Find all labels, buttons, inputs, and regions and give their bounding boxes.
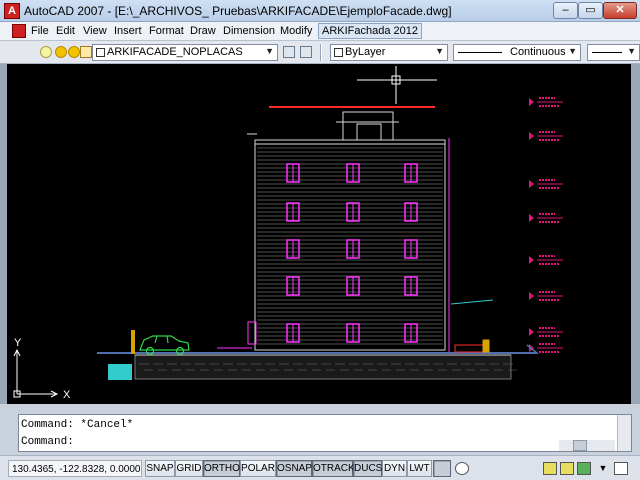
coordinate-readout[interactable]: 130.4365, -122.8328, 0.0000 — [8, 460, 142, 477]
ucs-y-label: Y — [14, 337, 22, 349]
command-area: Command: *Cancel* Command: — [0, 404, 640, 455]
window-title: AutoCAD 2007 - [E:\_ARCHIVOS_ Pruebas\AR… — [24, 4, 452, 18]
layer-dropdown[interactable]: ARKIFACADE_NOPLACAS ▼ — [92, 44, 278, 61]
level-marker-arrow — [529, 180, 534, 188]
toolbar-separator — [320, 44, 322, 61]
rooftop-structure — [336, 111, 399, 141]
color-swatch — [334, 48, 343, 57]
level-marker-arrow — [529, 132, 534, 140]
drawing-canvas[interactable]: Y X — [7, 64, 631, 404]
menu-view[interactable]: View — [83, 25, 107, 37]
chevron-down-icon: ▼ — [627, 46, 636, 56]
linetype-dropdown[interactable]: Continuous ▼ — [453, 44, 581, 61]
layer-lock-icon[interactable] — [80, 46, 92, 58]
lineweight-sample — [592, 52, 622, 53]
building-outline — [247, 133, 446, 351]
model-paper-icon[interactable] — [433, 460, 451, 477]
level-marker-arrow — [529, 214, 534, 222]
layer-on-bulb-icon[interactable] — [40, 46, 52, 58]
menu-dimension[interactable]: Dimension — [223, 25, 275, 37]
status-bar: 130.4365, -122.8328, 0.0000 SNAP GRID OR… — [0, 455, 640, 480]
ucs-icon — [13, 348, 59, 398]
osnap-toggle[interactable]: OSNAP — [276, 460, 312, 477]
menu-file[interactable]: File — [31, 25, 49, 37]
ortho-toggle[interactable]: ORTHO — [203, 460, 240, 477]
maximize-button[interactable]: ▭ — [578, 2, 603, 19]
car-drawing — [139, 335, 190, 356]
ground-section — [134, 354, 512, 380]
menu-modify[interactable]: Modify — [280, 25, 312, 37]
layer-freeze-sun-icon[interactable] — [55, 46, 67, 58]
clean-screen-icon[interactable] — [614, 462, 628, 475]
linetype-sample — [458, 52, 502, 53]
lwt-toggle[interactable]: LWT — [407, 460, 432, 477]
linetype-value: Continuous — [510, 46, 566, 58]
level-marker-arrow — [529, 98, 534, 106]
drawing-frame: Y X — [0, 64, 640, 404]
make-current-layer-icon[interactable] — [283, 46, 295, 58]
chevron-down-icon: ▼ — [568, 46, 577, 56]
ducs-toggle[interactable]: DUCS — [353, 460, 382, 477]
color-value: ByLayer — [345, 46, 386, 58]
status-menu-arrow-icon[interactable]: ▼ — [596, 462, 610, 475]
level-marker-arrow — [529, 292, 534, 300]
crosshair-cursor — [357, 66, 437, 104]
layer-color-swatch — [96, 48, 105, 57]
facade-drawing: Y X — [13, 66, 563, 401]
document-icon[interactable] — [12, 24, 26, 38]
menu-draw[interactable]: Draw — [190, 25, 216, 37]
layer-viewport-freeze-icon[interactable] — [68, 46, 80, 58]
cyan-block — [108, 364, 132, 380]
annotation-scale-icon[interactable] — [455, 462, 469, 475]
command-vscrollbar[interactable] — [617, 415, 631, 451]
level-marker-arrow — [529, 328, 534, 336]
close-button[interactable]: ✕ — [603, 2, 637, 19]
chevron-down-icon: ▼ — [265, 46, 274, 56]
command-prompt[interactable]: Command: — [21, 436, 74, 448]
ucs-x-label: X — [63, 389, 71, 401]
chevron-down-icon: ▼ — [435, 46, 444, 56]
lineweight-dropdown[interactable]: ▼ — [587, 44, 640, 61]
command-hscrollbar[interactable] — [559, 440, 615, 451]
communication-center-icon[interactable] — [577, 462, 591, 475]
scroll-thumb[interactable] — [573, 440, 587, 451]
right-entrance — [454, 339, 490, 353]
autocad-window: A AutoCAD 2007 - [E:\_ARCHIVOS_ Pruebas\… — [0, 0, 640, 480]
title-bar: A AutoCAD 2007 - [E:\_ARCHIVOS_ Pruebas\… — [0, 0, 640, 22]
facade-siding-lines — [257, 147, 443, 345]
facade-windows — [286, 163, 418, 343]
otrack-toggle[interactable]: OTRACK — [312, 460, 355, 477]
menu-bar: File Edit View Insert Format Draw Dimens… — [0, 22, 640, 41]
level-marker-arrow — [529, 256, 534, 264]
command-window[interactable]: Command: *Cancel* Command: — [18, 414, 632, 452]
layer-name: ARKIFACADE_NOPLACAS — [107, 46, 243, 58]
menu-format[interactable]: Format — [149, 25, 184, 37]
left-post — [131, 330, 135, 354]
polar-toggle[interactable]: POLAR — [240, 460, 276, 477]
toolbar-lock-icon[interactable] — [560, 462, 574, 475]
layers-properties-toolbar: ARKIFACADE_NOPLACAS ▼ ByLayer ▼ Continuo… — [0, 41, 640, 64]
menu-edit[interactable]: Edit — [56, 25, 75, 37]
color-dropdown[interactable]: ByLayer ▼ — [330, 44, 448, 61]
grid-toggle[interactable]: GRID — [175, 460, 203, 477]
cyan-canopy — [450, 299, 494, 305]
autocad-logo-icon[interactable]: A — [4, 3, 20, 19]
menu-arkifachada[interactable]: ARKIFachada 2012 — [318, 23, 423, 39]
layer-previous-icon[interactable] — [300, 46, 312, 58]
level-markers — [529, 97, 563, 353]
lock-toolbar-icon[interactable] — [543, 462, 557, 475]
snap-toggle[interactable]: SNAP — [145, 460, 175, 477]
minimize-button[interactable]: – — [553, 2, 578, 19]
dyn-toggle[interactable]: DYN — [382, 460, 407, 477]
menu-insert[interactable]: Insert — [114, 25, 142, 37]
command-history-line: Command: *Cancel* — [21, 419, 134, 431]
